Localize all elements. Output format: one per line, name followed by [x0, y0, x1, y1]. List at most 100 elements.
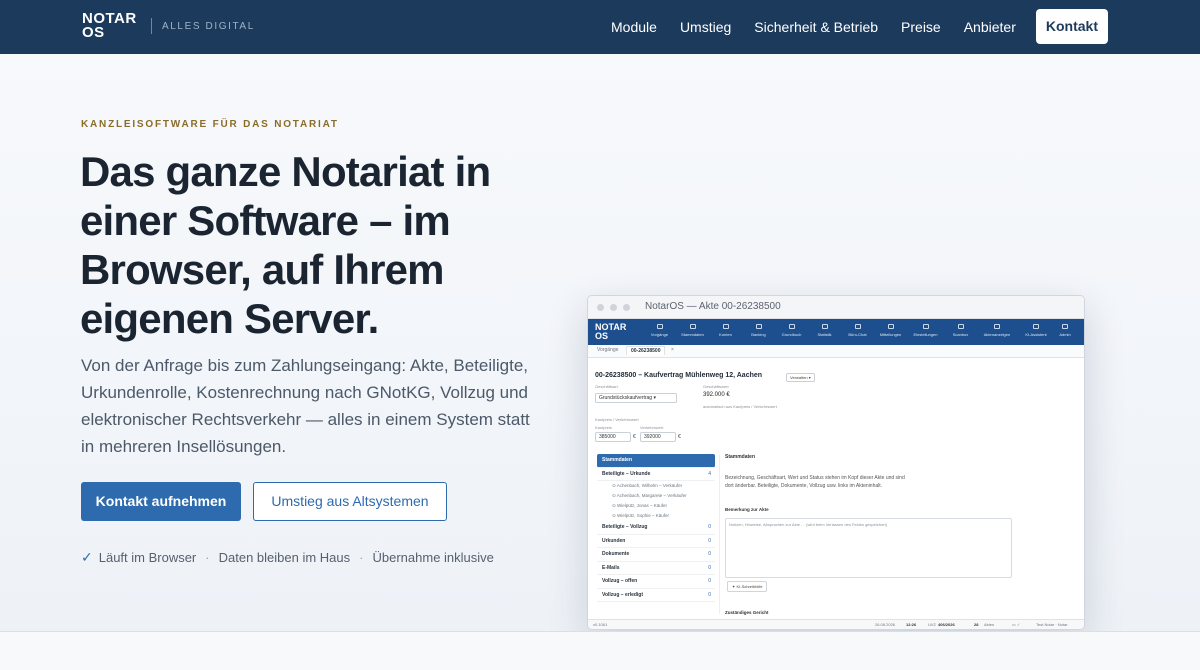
feature-checks: ✓ Läuft im Browser · Daten bleiben im Ha…	[81, 549, 494, 566]
status-akten-label: Akten	[984, 622, 995, 627]
akten-sidebar: Stammdaten Beteiligte – Urkunde 4 ⊙ Achen…	[597, 454, 715, 602]
separator-dot: ·	[359, 550, 364, 565]
beteiligter-item[interactable]: ⊙ Wielpütz, Sophie – Käufer	[597, 511, 715, 521]
sidebar-item-beteiligte-urkunde[interactable]: Beteiligte – Urkunde 4	[597, 468, 715, 481]
hero-title: Das ganze Notariat in einer Software – i…	[80, 148, 491, 342]
nav-link-sicherheit[interactable]: Sicherheit & Betrieb	[754, 19, 878, 35]
kontakt-button[interactable]: Kontakt	[1035, 9, 1108, 44]
sidebar-item-vollzug-offen[interactable]: Vollzug – offen 0	[597, 575, 715, 589]
app-nav-item[interactable]: Aktenanzeigen	[977, 322, 1017, 337]
separator-dot: ·	[205, 550, 210, 565]
sidebar-item-vollzug-erledigt[interactable]: Vollzug – erledigt 0	[597, 589, 715, 602]
app-nav-item[interactable]: Grundbuch	[775, 322, 808, 337]
app-nav-item[interactable]: Scanbox	[944, 322, 977, 337]
app-nav-label: Mitteilungen	[879, 332, 902, 337]
akte-title: 00-26238500 – Kaufvertrag Mühlenweg 12, …	[595, 372, 763, 379]
kaufpreis-group-label: Kaufpreis / Verkehrswert	[595, 417, 639, 422]
divider	[719, 454, 720, 614]
chart-icon	[821, 324, 828, 329]
app-navbar: NOTAR OS Vorgänge Stammdaten Konten Bank…	[588, 319, 1084, 345]
beteiligter-item[interactable]: ⊙ Wielpütz, Jonas – Käufer	[597, 501, 715, 511]
sidebar-count: 0	[708, 591, 711, 598]
status-version: v0.1061	[593, 622, 608, 627]
app-nav-item[interactable]: Konten	[709, 322, 742, 337]
nav-link-module[interactable]: Module	[611, 19, 657, 35]
app-nav-label: KI-Assistent	[1025, 332, 1047, 337]
chat-icon	[854, 324, 861, 329]
sidebar-count: 0	[708, 524, 711, 530]
sidebar-item-urkunden[interactable]: Urkunden 0	[597, 535, 715, 548]
pin-icon	[994, 324, 1000, 329]
window-dot-icon	[610, 304, 617, 311]
app-logo: NOTAR OS	[595, 323, 626, 341]
sidebar-item-label: Urkunden	[602, 537, 626, 544]
app-nav-item[interactable]: Banking	[742, 322, 775, 337]
app-nav-label: Statistik	[817, 332, 832, 337]
people-icon	[689, 324, 696, 329]
window-title: NotarOS — Akte 00-26238500	[645, 301, 781, 312]
sidebar-count: 4	[708, 470, 711, 477]
app-nav-item[interactable]: Stammdaten	[676, 322, 709, 337]
app-nav-item[interactable]: Mitteilungen	[874, 322, 907, 337]
geschaeftswert-hint: automatisch aus Kaufpreis / Verkehrswert	[703, 404, 777, 409]
next-section	[0, 632, 1200, 670]
top-navbar: NOTAR OS ALLES DIGITAL Module Umstieg Si…	[0, 0, 1200, 54]
nav-link-preise[interactable]: Preise	[901, 19, 941, 35]
app-nav-label: Banking	[751, 332, 766, 337]
app-nav-label: Grundbuch	[781, 332, 802, 337]
app-nav-item[interactable]: Einstellungen	[907, 322, 944, 337]
euro-unit: €	[678, 434, 681, 440]
logo-line2: OS	[82, 24, 105, 41]
kaufpreis-label: Kaufpreis	[595, 425, 612, 430]
app-nav-item[interactable]: Büro-Chat	[841, 322, 874, 337]
geschaeftswert-label: Geschäftswert	[703, 384, 729, 389]
ai-icon	[1033, 324, 1039, 329]
sidebar-item-stammdaten[interactable]: Stammdaten	[597, 454, 715, 468]
nav-link-anbieter[interactable]: Anbieter	[964, 19, 1016, 35]
sidebar-item-label: Vollzug – erledigt	[602, 591, 644, 598]
folder-icon	[656, 324, 663, 329]
verwalten-button[interactable]: Verwalten ▾	[786, 373, 815, 382]
beteiligter-name: Wielpütz, Sophie – Käufer	[617, 513, 670, 518]
geschaeftsart-value: Grundstückskaufvertrag	[599, 395, 653, 401]
tab-akte[interactable]: 00-26238500	[626, 346, 666, 355]
bank-icon	[755, 324, 762, 329]
account-icon	[722, 324, 729, 329]
nav-link-umstieg[interactable]: Umstieg	[680, 19, 731, 35]
verkehrswert-label: Verkehrswert	[640, 425, 664, 430]
app-nav-item[interactable]: KI-Assistent	[1017, 322, 1055, 337]
beteiligter-item[interactable]: ⊙ Achenbach, Wilhelm – Verkäufer	[597, 481, 715, 491]
window-titlebar: NotarOS — Akte 00-26238500	[588, 296, 1084, 319]
status-akten-count: 28	[974, 622, 979, 627]
beteiligter-item[interactable]: ⊙ Achenbach, Margarete – Verkäufer	[597, 491, 715, 501]
geschaeftswert-value: 392.000 €	[703, 392, 730, 398]
sidebar-item-emails[interactable]: E-Mails 0	[597, 562, 715, 575]
sidebar-item-beteiligte-vollzug[interactable]: Beteiligte – Vollzug 0	[597, 521, 715, 535]
check-icon: ✓	[81, 549, 93, 565]
check-item: Daten bleiben im Haus	[218, 550, 351, 565]
sidebar-item-dokumente[interactable]: Dokumente 0	[597, 548, 715, 562]
settings-icon	[922, 324, 929, 329]
tab-vorgaenge[interactable]: Vorgänge	[597, 347, 618, 353]
monitor-icon: ▭ ✓	[1012, 622, 1021, 627]
nav-links: Module Umstieg Sicherheit & Betrieb Prei…	[588, 9, 1108, 44]
geschaeftsart-select[interactable]: Grundstückskaufvertrag ▾	[595, 393, 677, 403]
sidebar-count: 0	[708, 551, 711, 557]
kontakt-aufnehmen-button[interactable]: Kontakt aufnehmen	[81, 482, 241, 521]
app-nav-item[interactable]: Statistik	[808, 322, 841, 337]
sidebar-count: 0	[708, 578, 711, 584]
verkehrswert-input[interactable]: 392000	[640, 432, 676, 442]
app-nav-label: Stammdaten	[681, 332, 704, 337]
ki-schreibhilfe-button[interactable]: ✦ KI-Schreibhilfe	[727, 581, 768, 592]
hero-eyebrow: KANZLEISOFTWARE FÜR DAS NOTARIAT	[81, 119, 339, 130]
sidebar-item-label: Vollzug – offen	[602, 578, 638, 584]
app-nav-item[interactable]: Admin	[1055, 322, 1075, 337]
tab-close-icon[interactable]: ×	[671, 347, 674, 353]
app-nav-item[interactable]: Vorgänge	[643, 322, 676, 337]
bemerkung-textarea[interactable]: Notizen, Hinweise, Absprachen zur Akte ……	[725, 518, 1012, 578]
umstieg-button[interactable]: Umstieg aus Altsystemen	[253, 482, 447, 521]
logo[interactable]: NOTAR OS	[82, 11, 137, 41]
app-nav-label: Vorgänge	[650, 332, 669, 337]
sidebar-count: 0	[708, 537, 711, 544]
kaufpreis-input[interactable]: 385000	[595, 432, 631, 442]
